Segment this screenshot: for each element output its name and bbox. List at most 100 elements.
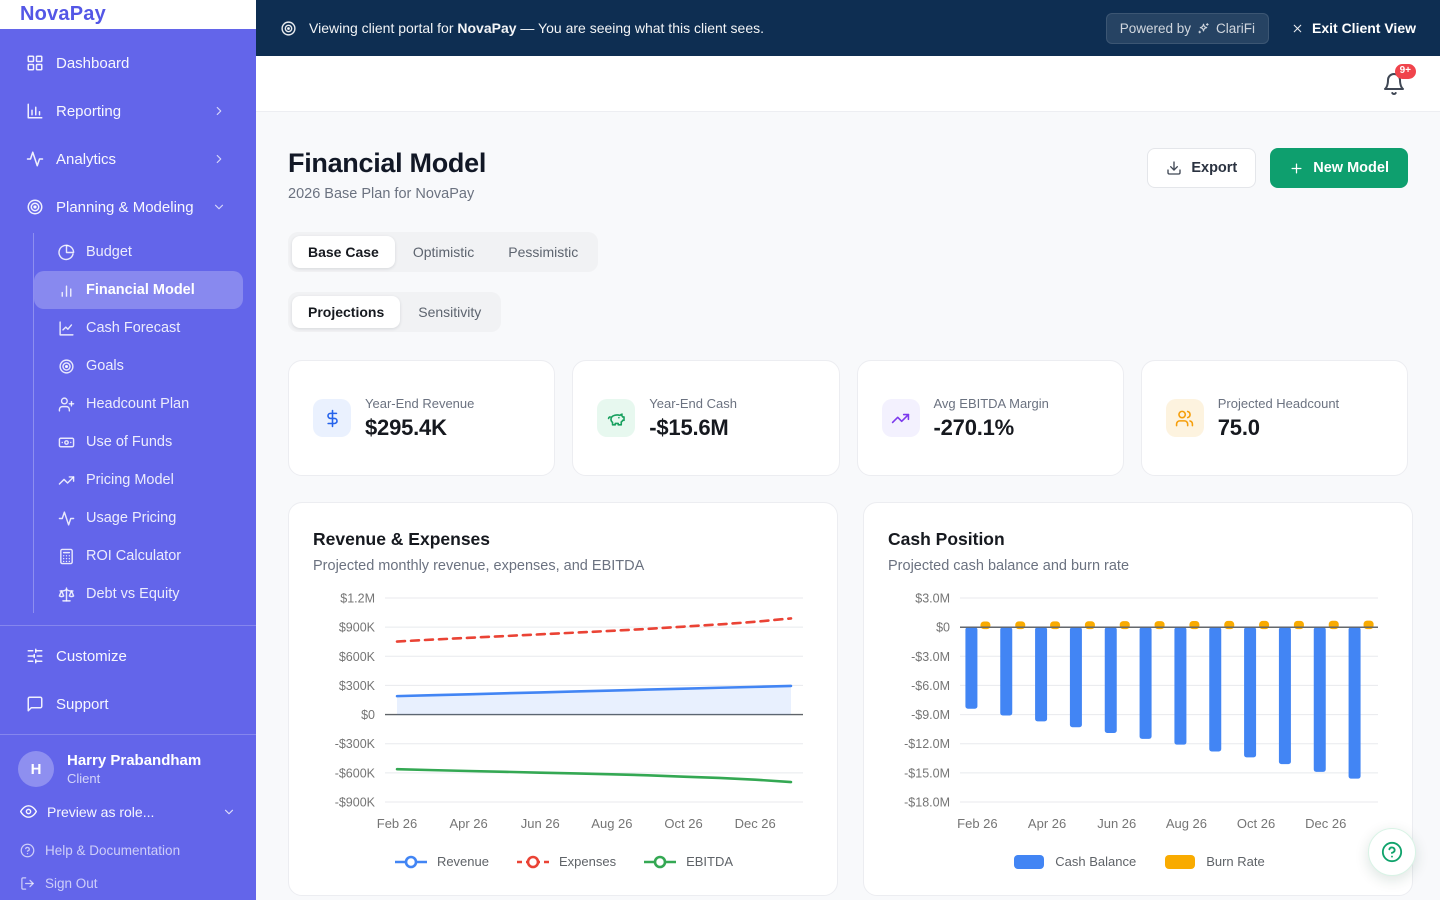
sidebar-user-section: H Harry Prabandham Client <box>0 734 256 787</box>
sidebar-subitem-label: Goals <box>86 358 124 374</box>
svg-text:-$3.0M: -$3.0M <box>911 650 950 664</box>
sidebar-item-support[interactable]: Support <box>0 680 256 728</box>
legend-item-cash-balance: Cash Balance <box>1011 854 1136 869</box>
sidebar-subitem-cash-forecast[interactable]: Cash Forecast <box>34 309 243 347</box>
preview-as-role-label: Preview as role... <box>47 803 155 820</box>
svg-text:$300K: $300K <box>339 679 376 693</box>
exit-client-view-label: Exit Client View <box>1312 20 1416 36</box>
svg-text:Feb 26: Feb 26 <box>377 816 417 831</box>
metric-text: Year-End Cash -$15.6M <box>649 396 737 441</box>
sidebar-subitem-label: ROI Calculator <box>86 548 182 564</box>
powered-by-label: Powered by <box>1119 20 1191 36</box>
tab-view-sensitivity[interactable]: Sensitivity <box>402 296 497 328</box>
metric-value: -$15.6M <box>649 414 729 440</box>
svg-text:Oct 26: Oct 26 <box>664 816 702 831</box>
metric-label: Projected Headcount <box>1217 395 1340 411</box>
scale-icon <box>58 586 75 603</box>
piggy-icon-badge <box>597 399 636 437</box>
new-model-button[interactable]: New Model <box>1270 148 1408 188</box>
metric-value: 75.0 <box>1217 414 1260 440</box>
sidebar-link-help-documentation[interactable]: Help & Documentation <box>0 834 256 867</box>
chart-subtitle: Projected cash balance and burn rate <box>888 558 1130 574</box>
legend-label: Expenses <box>558 854 617 869</box>
logout-icon <box>20 876 35 891</box>
sidebar-item-reporting[interactable]: Reporting <box>0 87 256 135</box>
powered-by-button[interactable]: Powered by ClariFi <box>1105 12 1269 44</box>
help-circle-icon <box>1381 841 1403 863</box>
svg-text:$1.2M: $1.2M <box>340 592 375 606</box>
sidebar-subitem-roi-calculator[interactable]: ROI Calculator <box>34 537 243 575</box>
legend-label: Burn Rate <box>1206 854 1265 869</box>
svg-text:-$9.0M: -$9.0M <box>911 708 950 722</box>
metric-value: -270.1% <box>933 414 1015 440</box>
sidebar-subitem-debt-vs-equity[interactable]: Debt vs Equity <box>34 575 243 613</box>
svg-text:Oct 26: Oct 26 <box>1237 816 1275 831</box>
sidebar-link-label: Help & Documentation <box>45 843 181 858</box>
logo-bar: NovaPay <box>0 0 256 29</box>
metric-card-avg-ebitda-margin: Avg EBITDA Margin -270.1% <box>856 360 1124 476</box>
activity-icon <box>58 510 75 527</box>
sidebar-item-planning-modeling[interactable]: Planning & Modeling <box>0 183 256 231</box>
user-row: H Harry Prabandham Client <box>18 751 238 787</box>
tab-scenario-pessimistic[interactable]: Pessimistic <box>492 236 594 268</box>
svg-text:-$15.0M: -$15.0M <box>904 766 950 780</box>
legend-label: Revenue <box>436 854 489 869</box>
chart-legend: Cash Balance Burn Rate <box>888 854 1388 869</box>
sidebar-item-analytics[interactable]: Analytics <box>0 135 256 183</box>
sidebar-item-label: Analytics <box>56 150 117 168</box>
metric-text: Avg EBITDA Margin -270.1% <box>934 396 1049 441</box>
legend-item-burn-rate: Burn Rate <box>1162 854 1265 869</box>
metric-card-projected-headcount: Projected Headcount 75.0 <box>1140 360 1408 476</box>
metric-text: Projected Headcount 75.0 <box>1218 396 1339 441</box>
svg-text:-$6.0M: -$6.0M <box>911 679 950 693</box>
exit-client-view-button[interactable]: Exit Client View <box>1291 20 1416 36</box>
powered-by-brand: ClariFi <box>1216 20 1255 36</box>
download-icon <box>1166 160 1182 176</box>
sidebar-item-customize[interactable]: Customize <box>0 632 256 680</box>
svg-text:-$900K: -$900K <box>335 796 376 810</box>
pie-icon <box>58 244 75 261</box>
export-button[interactable]: Export <box>1147 148 1257 188</box>
svg-text:-$300K: -$300K <box>335 737 376 751</box>
sidebar-link-sign-out[interactable]: Sign Out <box>0 867 256 900</box>
sidebar-item-dashboard[interactable]: Dashboard <box>0 39 256 87</box>
svg-text:$0: $0 <box>936 621 950 635</box>
metric-label: Year-End Cash <box>649 395 737 411</box>
sidebar-subitem-use-of-funds[interactable]: Use of Funds <box>34 423 243 461</box>
chevron-down-icon <box>222 805 236 819</box>
client-view-banner: Viewing client portal for NovaPay — You … <box>256 0 1440 56</box>
user-name: Harry Prabandham <box>67 752 202 770</box>
sidebar-subitem-headcount-plan[interactable]: Headcount Plan <box>34 385 243 423</box>
preview-as-role[interactable]: Preview as role... <box>0 787 256 826</box>
sidebar-subitem-budget[interactable]: Budget <box>34 233 243 271</box>
sidebar-subitem-usage-pricing[interactable]: Usage Pricing <box>34 499 243 537</box>
tab-scenario-optimistic[interactable]: Optimistic <box>397 236 490 268</box>
sidebar-subitem-label: Pricing Model <box>86 472 174 488</box>
legend-item-expenses: Expenses <box>515 854 616 869</box>
svg-text:Dec 26: Dec 26 <box>1305 816 1346 831</box>
novapay-logo: NovaPay <box>20 3 106 25</box>
sidebar-item-label: Support <box>56 695 109 713</box>
dollar-icon-badge <box>313 399 351 437</box>
sidebar-links: Help & Documentation Sign Out <box>0 834 256 900</box>
metric-value: $295.4K <box>365 414 447 440</box>
help-button[interactable] <box>1368 828 1416 876</box>
sidebar-item-label: Reporting <box>56 102 122 120</box>
svg-text:$3.0M: $3.0M <box>915 592 950 606</box>
sidebar-subitem-pricing-model[interactable]: Pricing Model <box>34 461 243 499</box>
users-icon <box>1175 409 1194 428</box>
banner-client-name: NovaPay <box>457 20 517 36</box>
top-toolbar: 9+ <box>256 56 1440 112</box>
tab-scenario-base-case[interactable]: Base Case <box>292 236 395 268</box>
sidebar-subitem-financial-model[interactable]: Financial Model <box>34 271 243 309</box>
notifications-button[interactable]: 9+ <box>1382 63 1416 96</box>
tab-view-projections[interactable]: Projections <box>292 296 401 328</box>
sidebar-footer-nav: Customize Support <box>0 625 256 728</box>
sidebar-item-label: Dashboard <box>56 54 130 72</box>
page-content: Financial Model 2026 Base Plan for NovaP… <box>256 112 1440 900</box>
calculator-icon <box>58 548 75 565</box>
svg-text:$600K: $600K <box>339 650 376 664</box>
svg-text:-$600K: -$600K <box>335 766 376 780</box>
sidebar-subitem-goals[interactable]: Goals <box>34 347 243 385</box>
sidebar-subnav: Budget Financial Model Cash Forecast Goals H… <box>33 233 256 613</box>
